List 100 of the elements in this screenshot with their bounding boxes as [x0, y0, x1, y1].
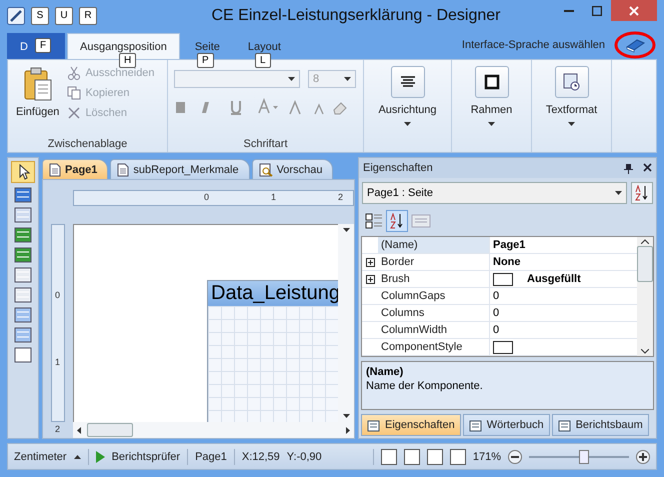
- document-tab[interactable]: Vorschau: [252, 159, 334, 179]
- caret-icon: [615, 191, 622, 195]
- caret-icon: [344, 77, 351, 81]
- maximize-icon: [592, 6, 602, 16]
- panel-tab-icon: [558, 418, 572, 432]
- border-icon: [484, 74, 500, 90]
- ruler-label: 1: [271, 192, 276, 202]
- description-title: (Name): [366, 366, 404, 378]
- categorized-icon[interactable]: [365, 213, 383, 229]
- app-icon[interactable]: [7, 6, 25, 24]
- language-book-icon[interactable]: [613, 30, 657, 60]
- minimize-icon: [564, 10, 574, 12]
- actual-size-button[interactable]: [450, 448, 466, 464]
- text-box-icon[interactable]: [14, 347, 32, 363]
- keytip: P: [197, 53, 214, 68]
- slider-thumb[interactable]: [579, 450, 589, 464]
- panel-tab-icon: [367, 418, 381, 432]
- zoom-in-button[interactable]: [636, 450, 650, 464]
- header-band-icon[interactable]: [14, 227, 32, 243]
- keytip: H: [119, 53, 136, 68]
- report-title-icon[interactable]: [14, 307, 32, 323]
- expand-icon[interactable]: [366, 258, 374, 266]
- scrollbar-thumb[interactable]: [637, 246, 653, 282]
- keytip: F: [35, 38, 52, 53]
- scissors-icon: [67, 66, 82, 80]
- property-value: None: [493, 255, 520, 270]
- expand-icon[interactable]: [366, 274, 374, 284]
- dropdown-button[interactable]: Rahmen: [458, 64, 525, 150]
- property-value: 0: [493, 289, 500, 304]
- keytip: S: [31, 6, 49, 24]
- fit-width-button[interactable]: [380, 448, 397, 464]
- keytip: R: [79, 6, 97, 24]
- property-value: 0: [493, 306, 500, 321]
- x-coordinate: X:12,59: [242, 450, 280, 462]
- property-name[interactable]: (Name): [378, 237, 490, 253]
- document-icon: [117, 162, 130, 176]
- panel-tab[interactable]: Eigenschaften: [361, 414, 461, 436]
- ruler-label: 2: [55, 424, 60, 434]
- zoom-value: 171%: [472, 450, 501, 462]
- panel-title: Eigenschaften: [363, 162, 433, 174]
- keytip: L: [255, 53, 271, 68]
- keytip: U: [55, 6, 73, 24]
- plus-icon: [639, 452, 647, 460]
- document-icon: [49, 162, 61, 176]
- sort-icon[interactable]: [631, 182, 653, 204]
- right-arrow-icon: [346, 426, 350, 434]
- clipboard-icon: [22, 66, 53, 102]
- align-center-icon: [400, 76, 416, 88]
- copy-icon: [67, 86, 82, 100]
- caret-icon: [404, 122, 411, 126]
- dropdown-button[interactable]: Textformat: [538, 64, 605, 150]
- magnifier-document-icon: [258, 162, 273, 176]
- window-title: CE Einzel-Leistungserklärung - Designer: [211, 6, 501, 24]
- band-tool-icon[interactable]: [14, 187, 32, 203]
- ruler-label: 1: [55, 357, 60, 367]
- pointer-tool-icon[interactable]: [11, 161, 35, 183]
- text-format-icon: [562, 73, 580, 91]
- caret-icon: [288, 77, 295, 81]
- panel-tab[interactable]: Berichtsbaum: [552, 414, 649, 436]
- whole-page-button[interactable]: [426, 448, 443, 464]
- close-icon[interactable]: [643, 162, 652, 172]
- grid-scrollbar[interactable]: [637, 237, 653, 356]
- text-tool-icon[interactable]: [14, 207, 32, 223]
- scrollbar-thumb[interactable]: [87, 423, 133, 437]
- property-value: 0: [493, 323, 500, 338]
- group-title: Zwischenablage: [46, 138, 128, 150]
- y-coordinate: Y:-0,90: [286, 450, 322, 462]
- object-selector[interactable]: Page1 : Seite: [362, 182, 627, 204]
- footer-band-icon[interactable]: [14, 247, 32, 263]
- document-tab[interactable]: Page1: [42, 159, 108, 179]
- report-summary-icon[interactable]: [14, 327, 32, 343]
- pin-icon[interactable]: [624, 162, 633, 174]
- report-checker[interactable]: Berichtsprüfer: [112, 450, 180, 462]
- group-title: Schriftart: [242, 138, 288, 150]
- fit-height-button[interactable]: [404, 448, 420, 464]
- ruler-label: 2: [338, 192, 344, 202]
- play-icon[interactable]: [96, 450, 105, 462]
- property-value: Page1: [493, 238, 526, 253]
- panel-tab[interactable]: Wörterbuch: [462, 414, 550, 436]
- document-tab[interactable]: subReport_Merkmale: [110, 159, 250, 179]
- alphabetical-icon[interactable]: [386, 210, 408, 232]
- language-link[interactable]: Interface-Sprache auswählen: [462, 39, 605, 51]
- ruler-label: 0: [55, 290, 60, 300]
- paste-button[interactable]: Einfügen: [14, 64, 62, 138]
- ruler-label: 0: [204, 192, 210, 202]
- page-footer-icon[interactable]: [14, 287, 32, 303]
- close-button[interactable]: [611, 0, 657, 21]
- close-icon: [629, 6, 639, 16]
- description-text: Name der Komponente.: [366, 380, 484, 392]
- page-header-icon[interactable]: [14, 267, 32, 283]
- caret-up-icon[interactable]: [74, 454, 81, 458]
- page-name: Page1: [195, 450, 227, 462]
- left-arrow-icon: [77, 426, 81, 434]
- unit-selector[interactable]: Zentimeter: [14, 450, 67, 462]
- dropdown-button[interactable]: Ausrichtung: [370, 64, 445, 150]
- caret-icon: [568, 122, 575, 126]
- zoom-out-button[interactable]: [508, 450, 522, 464]
- horizontal-scrollbar[interactable]: [73, 422, 354, 438]
- caret-icon: [488, 122, 495, 126]
- property-value: Ausgefüllt: [527, 272, 581, 287]
